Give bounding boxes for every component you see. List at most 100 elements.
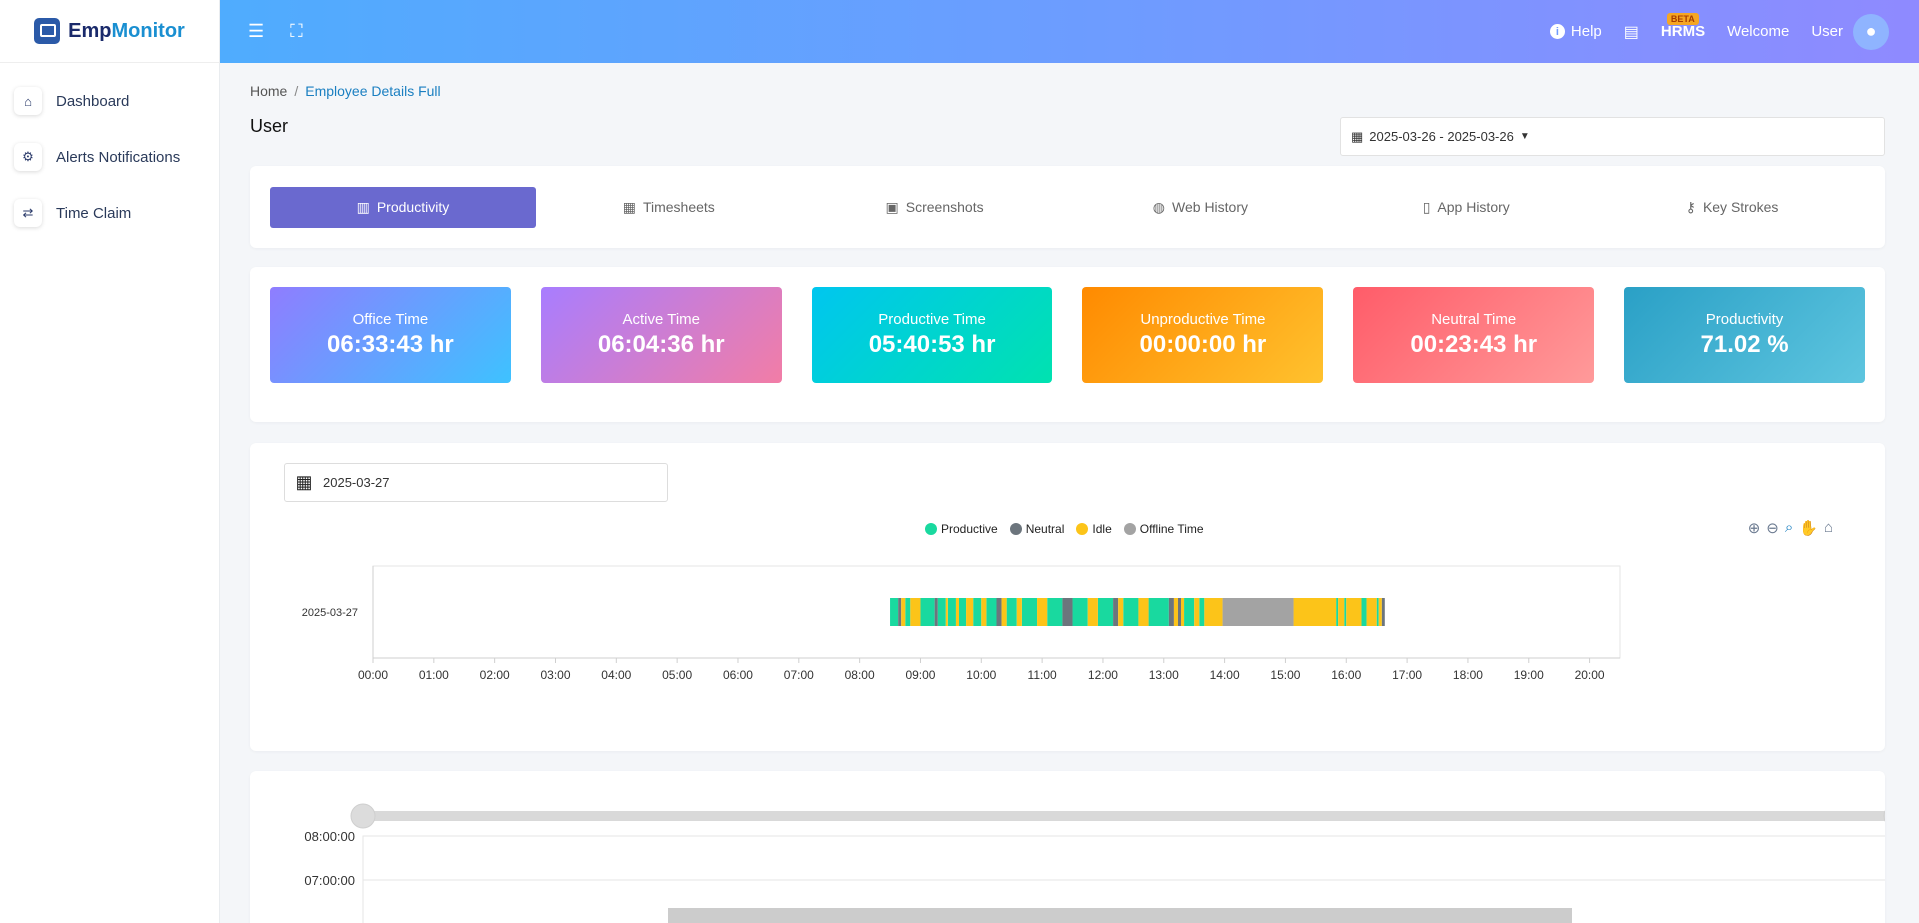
bar-chart-icon: ▥ [356,198,370,215]
tab-label: Productivity [376,199,450,215]
legend-dot [1009,523,1022,535]
timeline-segment-productive [973,598,982,626]
legend-item-productive[interactable]: Productive [925,522,998,536]
breadcrumb-current[interactable]: Employee Details Full [305,83,440,99]
globe-icon: ◍ [1152,198,1166,215]
x-tick-label: 07:00 [784,668,814,682]
zoom-in-icon[interactable]: ⊕ [1748,519,1761,537]
sidebar-item-dashboard[interactable]: ⌂ Dashboard [0,73,219,129]
timeline-segment-productive [986,598,997,626]
logo[interactable]: EmpMonitor [0,0,219,63]
tickets-icon[interactable]: ▤ [1624,22,1639,42]
timeline-segment-productive [905,598,911,626]
timeline-segment-neutral [898,598,902,626]
timeline-segment-idle [1173,598,1178,626]
breadcrumb-separator: / [294,83,299,99]
menu-toggle-icon[interactable]: ☰ [248,21,264,42]
breadcrumb: Home / Employee Details Full [250,83,441,99]
tab-timesheets[interactable]: ▦ Timesheets [536,187,802,228]
sidebar-item-label: Time Claim [56,204,132,222]
timeline-segment-productive [937,598,946,626]
timeline-date-input[interactable]: ▦ 2025-03-27 [284,463,668,502]
date-range-picker[interactable]: ▦ 2025-03-26 - 2025-03-26 ▼ [1340,117,1885,156]
stat-value: 06:04:36 hr [597,331,725,358]
x-tick-label: 02:00 [480,668,510,682]
timeline-segment-productive [1184,598,1195,626]
timeline-segment-idle [955,598,959,626]
timeline-segment-productive [1097,598,1114,626]
info-icon: i [1549,24,1565,39]
fullscreen-icon[interactable]: ⛶ [290,21,303,42]
legend-item-neutral[interactable]: Neutral [1009,522,1064,536]
reset-home-icon[interactable]: ⌂ [1824,519,1833,537]
timeline-segment-idle [1194,598,1200,626]
timeline-segment-idle [1037,598,1048,626]
activity-bar [668,908,1572,923]
x-tick-label: 19:00 [1514,668,1544,682]
mobile-icon: ▯ [1422,198,1431,215]
sidebar-item-alerts-notifications[interactable]: ⚙ Alerts Notifications [0,129,219,185]
chart-toolbar: ⊕ ⊖ ⌕ ✋ ⌂ [1748,519,1833,537]
timeline-segment-idle [1138,598,1149,626]
legend-dot [1076,523,1089,535]
stat-value: 71.02 % [1700,331,1789,358]
timeline-segment-neutral [1062,598,1073,626]
calendar-icon: ▦ [295,472,313,492]
timeline-segment-idle [1181,598,1185,626]
top-header: ☰ ⛶ i Help ▤ BETA HRMS Welcome User ● [220,0,1919,63]
home-icon: ⌂ [14,87,42,115]
zoom-select-icon[interactable]: ⌕ [1785,519,1793,537]
x-tick-label: 05:00 [662,668,692,682]
range-slider-end-handle [1883,810,1885,822]
timeline-segment-idle [1338,598,1345,626]
x-tick-label: 09:00 [905,668,935,682]
user-menu[interactable]: User ● [1811,13,1889,50]
x-tick-label: 10:00 [966,668,996,682]
calendar-icon: ▦ [1351,128,1364,144]
stats-panel: Office Time 06:33:43 hr Active Time 06:04:… [250,267,1885,422]
exchange-icon: ⇄ [14,199,42,227]
stat-value: 06:33:43 hr [327,331,454,358]
tab-app-history[interactable]: ▯ App History [1333,187,1599,228]
page-title: User [250,116,289,136]
timeline-segment-productive [1047,598,1063,626]
tab-web-history[interactable]: ◍ Web History [1067,187,1333,228]
timeline-segment-idle [1016,598,1022,626]
zoom-out-icon[interactable]: ⊖ [1766,519,1779,537]
legend-label: Productive [941,522,998,536]
timeline-segment-productive [890,598,899,626]
stat-value: 05:40:53 hr [868,331,996,358]
help-link[interactable]: i Help [1549,23,1602,40]
tab-productivity[interactable]: ▥ Productivity [270,186,536,228]
x-tick-label: 20:00 [1575,668,1605,682]
logo-text-part1: Emp [68,19,112,42]
timeline-segment-idle [1204,598,1223,626]
sidebar-item-label: Dashboard [56,92,130,110]
activity-chart-card: 08:00:00 07:00:00 [250,771,1885,923]
sidebar-item-time-claim[interactable]: ⇄ Time Claim [0,185,219,241]
timeline-segment-productive [1123,598,1139,626]
avatar: ● [1853,13,1889,50]
y-tick-label: 08:00:00 [304,829,355,844]
pan-icon[interactable]: ✋ [1799,519,1818,537]
logo-icon [34,18,61,44]
timeline-segment-productive [1021,598,1038,626]
logo-text-part2: Monitor [111,19,185,42]
timeline-segment-productive [1336,598,1339,626]
tab-label: App History [1437,199,1510,215]
tab-label: Web History [1172,199,1248,215]
tab-bar: ▥ Productivity ▦ Timesheets ▣ Screenshots ◍… [250,166,1885,248]
x-tick-label: 11:00 [1028,668,1057,682]
legend-item-offline[interactable]: Offline Time [1123,522,1204,536]
legend-item-idle[interactable]: Idle [1076,522,1112,536]
timeline-segment-idle [1378,598,1382,626]
timeline-segment-productive [1376,598,1379,626]
range-slider-track [363,811,1885,821]
stat-label: Neutral Time [1431,311,1517,328]
tab-key-strokes[interactable]: ⚷ Key Strokes [1599,187,1865,228]
stat-value: 00:00:00 hr [1139,331,1267,358]
tab-screenshots[interactable]: ▣ Screenshots [802,187,1068,228]
breadcrumb-home[interactable]: Home [250,83,287,99]
hrms-link[interactable]: BETA HRMS [1661,13,1705,40]
timeline-legend: Productive Neutral Idle Offline Time [925,522,1204,536]
